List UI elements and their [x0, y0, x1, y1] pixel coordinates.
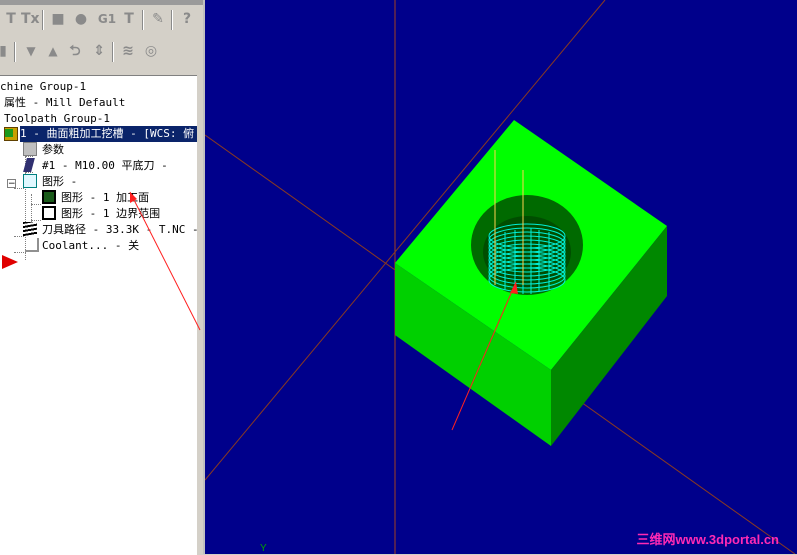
check-icon [5, 129, 13, 137]
boundary-geometry-icon [42, 206, 56, 220]
operations-toolbar-top: T Tx ■ ● G1 T ✎ ? [0, 7, 203, 34]
collapse-icon[interactable]: − [7, 179, 16, 189]
tree-item-operation[interactable]: 1 - 曲面粗加工挖槽 - [WCS: 俯 [20, 126, 197, 142]
toolbar-separator [112, 42, 114, 62]
tree-connector [31, 220, 41, 221]
operations-tree: chine Group-1 属性 - Mill Default Toolpath… [0, 75, 197, 555]
panel-tab-strip [0, 0, 203, 5]
post-g1-button[interactable]: G1 [96, 9, 118, 29]
tree-item-properties[interactable]: 属性 - Mill Default [4, 95, 125, 111]
geometry-icon [23, 174, 37, 188]
tree-connector [31, 204, 41, 205]
move-up-icon[interactable]: ▲ [44, 41, 62, 61]
viewport-scene [205, 0, 796, 554]
coolant-icon [25, 238, 39, 252]
insert-arrow-icon[interactable] [0, 254, 20, 270]
toolpath-icon [23, 222, 37, 236]
insert-arrow-icon[interactable]: ⮌ [66, 41, 84, 61]
tree-item-geometry[interactable]: 图形 - [42, 174, 77, 190]
verify-solid-icon[interactable]: ■ [49, 9, 67, 29]
surface-geometry-icon [42, 190, 56, 204]
tree-connector [14, 236, 24, 237]
y-axis-label: Y [260, 543, 267, 554]
lock-icon[interactable]: ▮ [0, 41, 12, 61]
tree-connector [25, 156, 33, 157]
toolbar-separator [142, 10, 144, 30]
tree-item-geometry-surface[interactable]: 图形 - 1 加工面 [61, 190, 149, 206]
toolbar-separator [14, 42, 16, 62]
updown-arrows-icon[interactable]: ⇕ [90, 41, 108, 61]
toolpath-select-icon[interactable]: T [2, 9, 20, 29]
wave-filter-icon[interactable]: ≋ [119, 41, 137, 61]
toolbar-separator [171, 10, 173, 30]
tool-manager-icon[interactable]: ✎ [149, 9, 167, 29]
tree-item-coolant[interactable]: Coolant... - 关 [42, 238, 139, 254]
tree-item-params[interactable]: 参数 [42, 142, 64, 158]
tree-item-tool[interactable]: #1 - M10.00 平底刀 - [42, 158, 168, 174]
toolpath-clear-icon[interactable]: Tx [21, 9, 40, 29]
tree-connector [25, 172, 33, 173]
toolbar-separator [42, 10, 44, 30]
target-icon[interactable]: ◎ [142, 41, 160, 61]
watermark-text: 三维网www.3dportal.cn [636, 532, 779, 547]
graphics-viewport[interactable]: Y 三维网www.3dportal.cn [203, 0, 797, 554]
operations-toolbar-bottom: ▮ ▼ ▲ ⮌ ⇕ ≋ ◎ [0, 39, 203, 66]
operations-manager-panel: T Tx ■ ● G1 T ✎ ? ▮ ▼ ▲ ⮌ ⇕ ≋ ◎ chine Gr… [0, 0, 203, 555]
backplot-icon[interactable]: ● [72, 9, 90, 29]
folder-icon [23, 142, 37, 156]
tree-item-toolpath-group[interactable]: Toolpath Group-1 [4, 111, 110, 127]
tree-item-geometry-boundary[interactable]: 图形 - 1 边界范围 [61, 206, 160, 222]
help-icon[interactable]: ? [178, 9, 196, 29]
toolpath-move-icon[interactable]: T [120, 9, 138, 29]
tree-connector [14, 252, 26, 253]
move-down-icon[interactable]: ▼ [22, 41, 40, 61]
tree-item-machine-group[interactable]: chine Group-1 [0, 79, 86, 95]
tree-item-toolpath[interactable]: 刀具路径 - 33.3K - T.NC - [42, 222, 197, 238]
